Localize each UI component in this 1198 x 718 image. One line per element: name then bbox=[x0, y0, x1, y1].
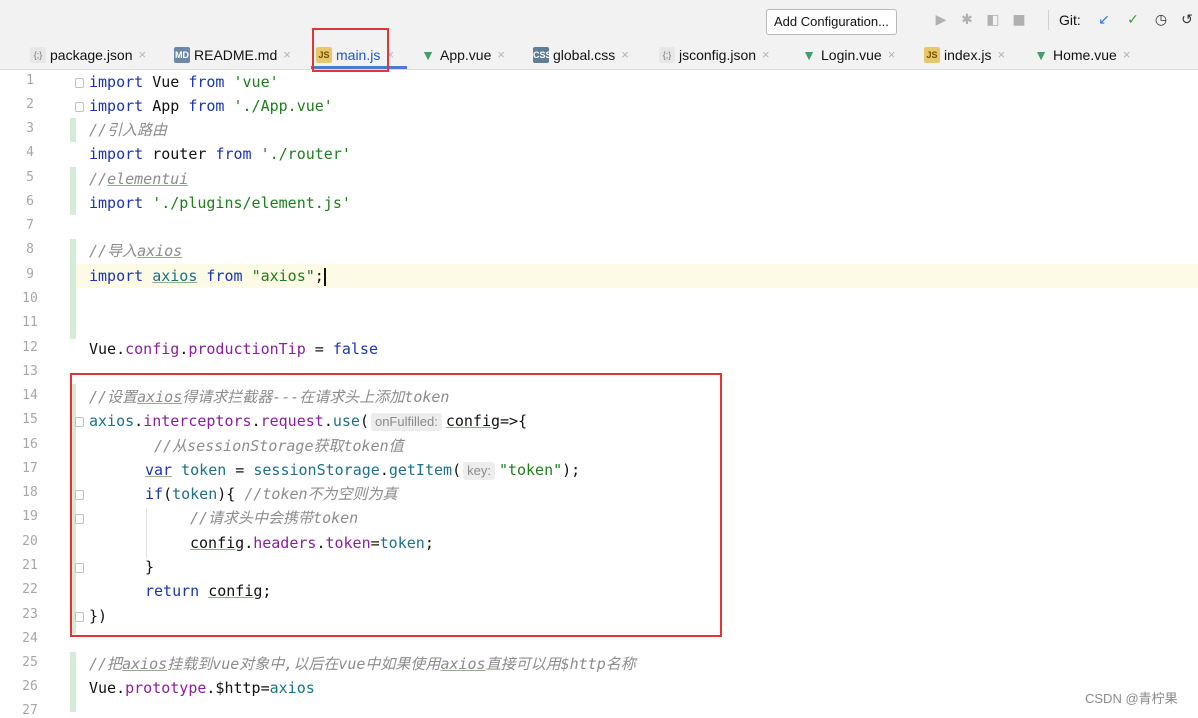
code-line-12[interactable]: Vue.config.productionTip = false bbox=[89, 337, 378, 361]
line-number: 16 bbox=[22, 437, 38, 452]
line-number: 11 bbox=[22, 315, 38, 330]
line-number: 3 bbox=[26, 121, 34, 136]
annotation-box-code bbox=[70, 373, 722, 637]
line-number: 22 bbox=[22, 582, 38, 597]
close-icon[interactable]: × bbox=[888, 47, 896, 62]
code-line-4[interactable]: import router from './router' bbox=[89, 142, 351, 166]
line-number: 14 bbox=[22, 388, 38, 403]
coverage-icon[interactable]: ◧ bbox=[984, 10, 1002, 30]
js-file-icon: JS bbox=[924, 46, 940, 63]
line-number: 1 bbox=[26, 73, 34, 88]
tab-label: README.md bbox=[194, 46, 278, 63]
line-number: 25 bbox=[22, 655, 38, 670]
stop-icon[interactable]: ■ bbox=[1010, 10, 1028, 30]
tab-login-vue[interactable]: ▼ Login.vue × bbox=[801, 40, 895, 69]
line-number: 21 bbox=[22, 558, 38, 573]
editor-tab-bar: {;} package.json × MD README.md × JS mai… bbox=[0, 40, 1198, 70]
toolbar-separator bbox=[1048, 10, 1049, 30]
close-icon[interactable]: × bbox=[283, 47, 291, 62]
vcs-change-marker bbox=[70, 652, 76, 712]
line-number: 10 bbox=[22, 291, 38, 306]
vcs-change-marker bbox=[70, 118, 76, 142]
code-line-2[interactable]: import App from './App.vue' bbox=[89, 94, 333, 118]
close-icon[interactable]: × bbox=[1123, 47, 1131, 62]
git-update-icon[interactable]: ↙ bbox=[1095, 10, 1113, 30]
json-file-icon: {;} bbox=[30, 46, 46, 63]
vcs-change-marker bbox=[70, 239, 76, 339]
git-commit-icon[interactable]: ✓ bbox=[1124, 10, 1142, 30]
vue-file-icon: ▼ bbox=[1034, 46, 1048, 63]
close-icon[interactable]: × bbox=[621, 47, 629, 62]
git-rollback-icon[interactable]: ↺ bbox=[1178, 10, 1196, 30]
close-icon[interactable]: × bbox=[762, 47, 770, 62]
fold-marker-icon[interactable] bbox=[75, 78, 84, 88]
vue-file-icon: ▼ bbox=[802, 46, 816, 63]
line-number: 6 bbox=[26, 194, 34, 209]
tab-label: Login.vue bbox=[821, 46, 882, 63]
line-number: 12 bbox=[22, 340, 38, 355]
add-configuration-button[interactable]: Add Configuration... bbox=[766, 9, 897, 35]
tab-label: index.js bbox=[944, 46, 992, 63]
line-number: 8 bbox=[26, 242, 34, 257]
watermark: CSDN @青柠果 bbox=[1085, 691, 1178, 706]
code-line-6[interactable]: import './plugins/element.js' bbox=[89, 191, 351, 215]
main-toolbar: Add Configuration... ▶ ✱ ◧ ■ Git: ↙ ✓ ◷ … bbox=[0, 0, 1198, 40]
code-line-5[interactable]: //elementui bbox=[89, 167, 188, 191]
line-number: 4 bbox=[26, 145, 34, 160]
line-number: 15 bbox=[22, 412, 38, 427]
close-icon[interactable]: × bbox=[139, 47, 147, 62]
css-file-icon: CSS bbox=[533, 46, 552, 63]
line-number: 5 bbox=[26, 170, 34, 185]
line-number: 17 bbox=[22, 461, 38, 476]
line-number: 9 bbox=[26, 267, 34, 282]
text-cursor bbox=[323, 267, 326, 286]
tab-label: global.css bbox=[553, 46, 616, 63]
tab-package-json[interactable]: {;} package.json × bbox=[30, 40, 146, 69]
tab-global-css[interactable]: CSS global.css × bbox=[533, 40, 629, 69]
tab-index-js[interactable]: JS index.js × bbox=[924, 40, 1005, 69]
line-number: 20 bbox=[22, 534, 38, 549]
git-label: Git: bbox=[1059, 12, 1081, 28]
vue-file-icon: ▼ bbox=[421, 46, 435, 63]
markdown-file-icon: MD bbox=[174, 46, 190, 63]
vcs-change-marker bbox=[70, 167, 76, 215]
tab-readme-md[interactable]: MD README.md × bbox=[174, 40, 291, 69]
annotation-box-tab bbox=[312, 28, 389, 72]
line-number: 2 bbox=[26, 97, 34, 112]
code-line-8[interactable]: //导入axios bbox=[89, 239, 182, 263]
line-number: 23 bbox=[22, 607, 38, 622]
line-number: 26 bbox=[22, 679, 38, 694]
line-number: 19 bbox=[22, 509, 38, 524]
tab-label: App.vue bbox=[440, 46, 492, 63]
line-number: 18 bbox=[22, 485, 38, 500]
code-line-26[interactable]: Vue.prototype.$http=axios bbox=[89, 676, 315, 700]
line-number: 27 bbox=[22, 703, 38, 718]
tab-label: Home.vue bbox=[1053, 46, 1117, 63]
tab-jsconfig-json[interactable]: {;} jsconfig.json × bbox=[659, 40, 770, 69]
close-icon[interactable]: × bbox=[997, 47, 1005, 62]
json-file-icon: {;} bbox=[659, 46, 675, 63]
fold-marker-icon[interactable] bbox=[75, 102, 84, 112]
code-line-1[interactable]: import Vue from 'vue' bbox=[89, 70, 279, 94]
debug-icon[interactable]: ✱ bbox=[958, 10, 976, 30]
code-line-9[interactable]: import axios from "axios"; bbox=[89, 264, 326, 288]
git-history-icon[interactable]: ◷ bbox=[1152, 10, 1170, 30]
code-line-25[interactable]: //把axios挂载到vue对象中,以后在vue中如果使用axios直接可以用$… bbox=[89, 652, 636, 676]
tab-home-vue[interactable]: ▼ Home.vue × bbox=[1033, 40, 1130, 69]
close-icon[interactable]: × bbox=[497, 47, 505, 62]
line-number: 13 bbox=[22, 364, 38, 379]
run-icon[interactable]: ▶ bbox=[932, 10, 950, 30]
line-number: 24 bbox=[22, 631, 38, 646]
line-number: 7 bbox=[26, 218, 34, 233]
tab-app-vue[interactable]: ▼ App.vue × bbox=[420, 40, 505, 69]
code-line-3[interactable]: //引入路由 bbox=[89, 118, 167, 142]
tab-label: jsconfig.json bbox=[679, 46, 757, 63]
tab-label: package.json bbox=[50, 46, 133, 63]
